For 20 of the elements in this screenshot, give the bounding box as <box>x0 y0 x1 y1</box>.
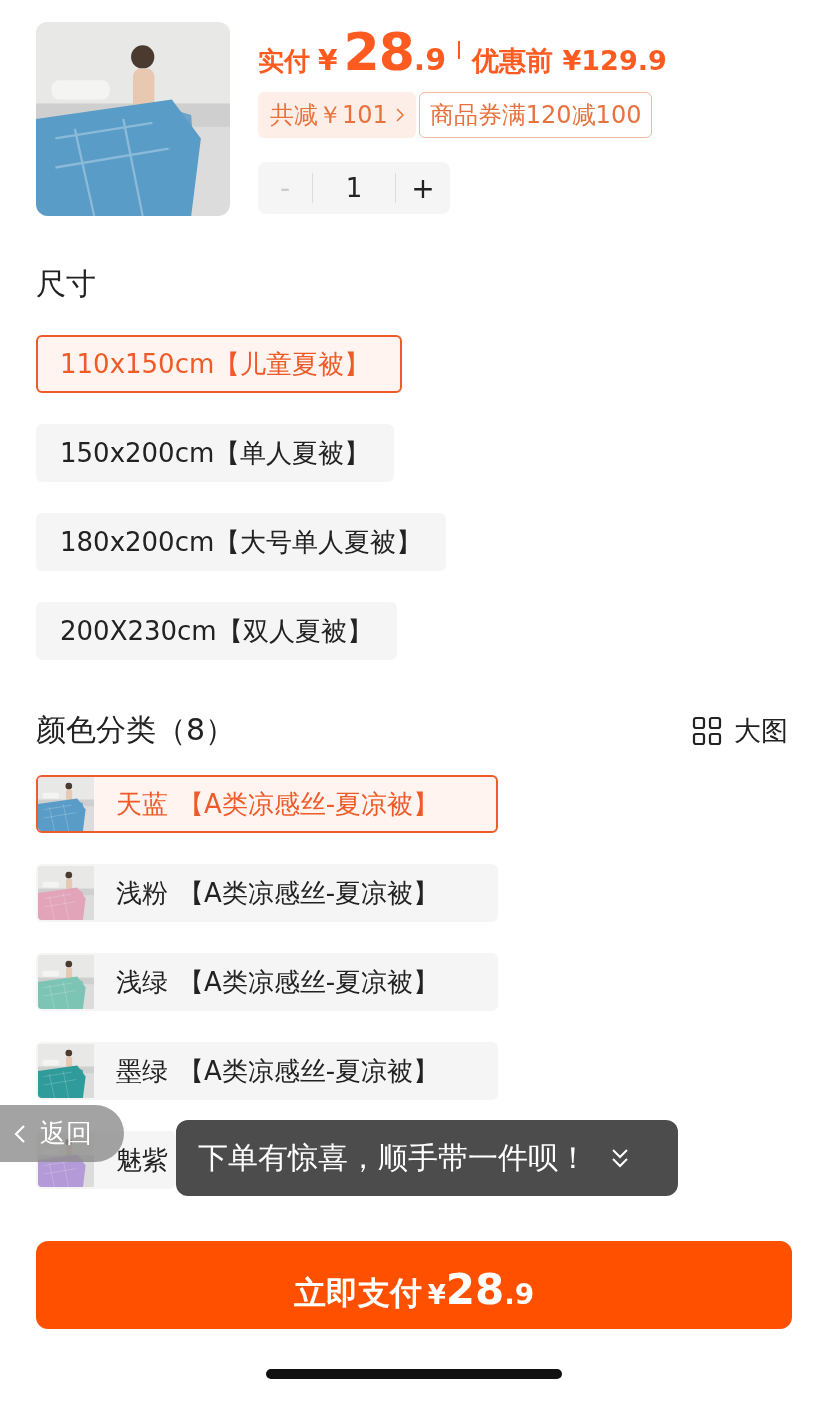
toast-text: 下单有惊喜，顺手带一件呗！ <box>198 1138 588 1177</box>
section-title: 尺寸 <box>36 265 97 303</box>
coupon-tag: 商品券满120减100 <box>418 92 653 138</box>
color-option[interactable]: 浅绿 【A类凉感丝-夏凉被】 <box>36 953 498 1011</box>
price: ¥28.9 <box>318 22 447 82</box>
price-label: 实付 <box>258 45 310 78</box>
original-price: 优惠前 ¥129.9 <box>472 44 667 78</box>
section-title: 颜色分类（8） <box>36 711 236 749</box>
size-option[interactable]: 200X230cm【双人夏被】 <box>36 602 397 660</box>
chevron-right-icon <box>395 108 404 122</box>
chevron-left-icon <box>14 1123 26 1144</box>
double-chevron-down-icon <box>610 1147 630 1169</box>
color-option[interactable]: 浅粉 【A类凉感丝-夏凉被】 <box>36 864 498 922</box>
grid-icon <box>692 715 722 746</box>
color-option[interactable]: 墨绿 【A类凉感丝-夏凉被】 <box>36 1042 498 1100</box>
size-option[interactable]: 180x200cm【大号单人夏被】 <box>36 513 447 571</box>
large-view-toggle[interactable]: 大图 <box>692 712 788 749</box>
quantity-value[interactable]: 1 <box>312 173 396 203</box>
size-option[interactable]: 150x200cm【单人夏被】 <box>36 424 395 482</box>
plus-button[interactable]: + <box>396 162 450 214</box>
